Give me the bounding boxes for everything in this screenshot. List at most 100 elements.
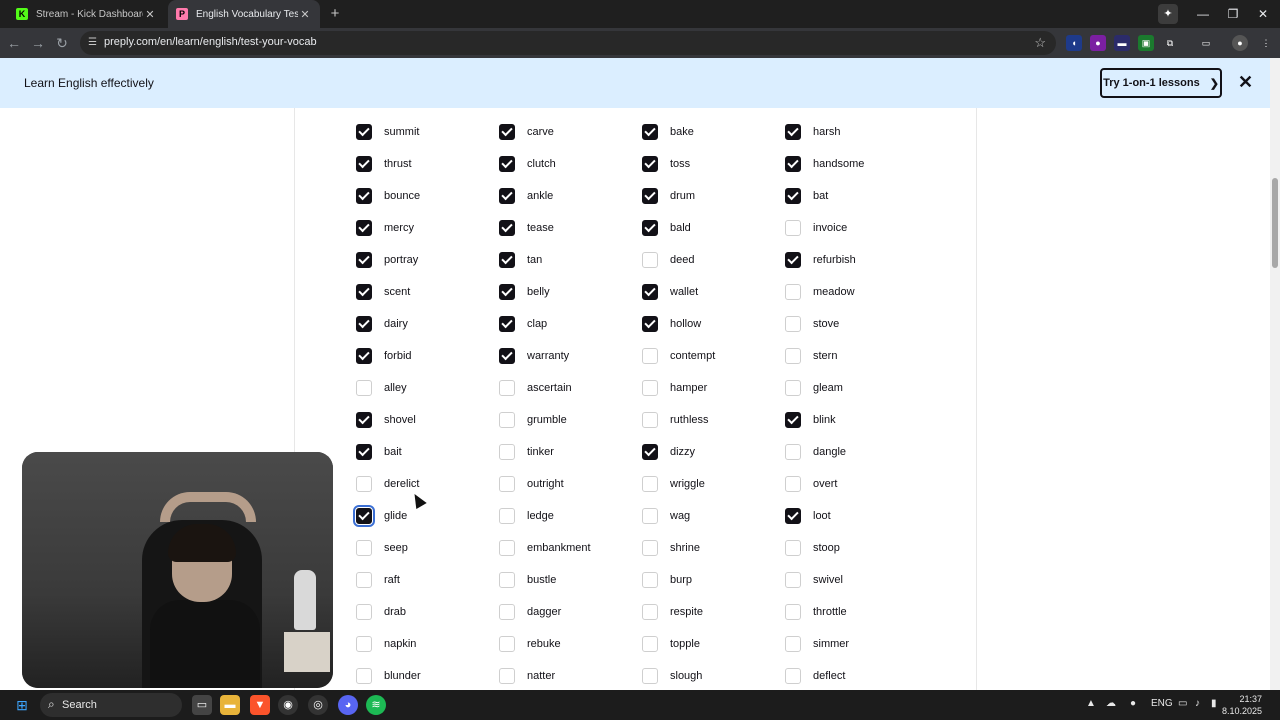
page-scrollbar[interactable] xyxy=(1270,58,1280,690)
checkbox-unchecked[interactable] xyxy=(642,476,658,492)
checkbox-checked[interactable] xyxy=(785,124,801,140)
checkbox-checked[interactable] xyxy=(356,252,372,268)
scrollbar-thumb[interactable] xyxy=(1272,178,1278,268)
word-option[interactable]: loot xyxy=(785,506,831,526)
word-label[interactable]: blunder xyxy=(384,670,421,682)
back-icon[interactable]: ← xyxy=(4,33,24,53)
address-url[interactable]: preply.com/en/learn/english/test-your-vo… xyxy=(104,36,317,48)
checkbox-checked[interactable] xyxy=(356,412,372,428)
word-label[interactable]: dagger xyxy=(527,606,561,618)
tab-kick-dashboard[interactable]: K Stream - Kick Dashboard ✕ xyxy=(8,0,165,28)
checkbox-checked[interactable] xyxy=(499,348,515,364)
checkbox-unchecked[interactable] xyxy=(499,508,515,524)
word-option[interactable]: ruthless xyxy=(642,410,709,430)
word-label[interactable]: drab xyxy=(384,606,406,618)
word-label[interactable]: bait xyxy=(384,446,402,458)
checkbox-unchecked[interactable] xyxy=(785,220,801,236)
word-option[interactable]: stern xyxy=(785,346,837,366)
checkbox-checked[interactable] xyxy=(356,316,372,332)
extension-icon[interactable]: ◖ xyxy=(1066,35,1082,51)
checkbox-checked[interactable] xyxy=(356,220,372,236)
checkbox-unchecked[interactable] xyxy=(642,604,658,620)
checkbox-checked[interactable] xyxy=(499,156,515,172)
word-option[interactable]: stoop xyxy=(785,538,840,558)
maximize-icon[interactable]: ❐ xyxy=(1218,4,1248,24)
checkbox-checked[interactable] xyxy=(356,188,372,204)
word-label[interactable]: tease xyxy=(527,222,554,234)
checkbox-checked[interactable] xyxy=(499,252,515,268)
word-label[interactable]: natter xyxy=(527,670,555,682)
word-label[interactable]: throttle xyxy=(813,606,847,618)
discord-icon[interactable]: ◕ xyxy=(338,695,358,715)
word-label[interactable]: portray xyxy=(384,254,418,266)
checkbox-checked[interactable] xyxy=(356,284,372,300)
word-label[interactable]: carve xyxy=(527,126,554,138)
word-option[interactable]: wriggle xyxy=(642,474,705,494)
checkbox-checked[interactable] xyxy=(642,444,658,460)
word-label[interactable]: clap xyxy=(527,318,547,330)
word-option[interactable]: thrust xyxy=(356,154,412,174)
word-label[interactable]: overt xyxy=(813,478,837,490)
word-option[interactable]: slough xyxy=(642,666,702,686)
word-option[interactable]: portray xyxy=(356,250,418,270)
word-option[interactable]: scent xyxy=(356,282,410,302)
word-label[interactable]: dangle xyxy=(813,446,846,458)
taskbar-clock[interactable]: 21:37 8.10.2025 xyxy=(1222,693,1262,717)
checkbox-unchecked[interactable] xyxy=(642,412,658,428)
checkbox-unchecked[interactable] xyxy=(785,572,801,588)
word-option[interactable]: bald xyxy=(642,218,691,238)
extension-icon[interactable]: ▬ xyxy=(1114,35,1130,51)
checkbox-unchecked[interactable] xyxy=(356,604,372,620)
checkbox-unchecked[interactable] xyxy=(785,668,801,684)
word-label[interactable]: embankment xyxy=(527,542,591,554)
bookmark-star-icon[interactable]: ☆ xyxy=(1034,35,1046,51)
word-label[interactable]: stern xyxy=(813,350,837,362)
word-label[interactable]: simmer xyxy=(813,638,849,650)
word-label[interactable]: rebuke xyxy=(527,638,561,650)
word-label[interactable]: hamper xyxy=(670,382,707,394)
checkbox-unchecked[interactable] xyxy=(785,604,801,620)
ai-sparkle-icon[interactable]: ✦ xyxy=(1158,4,1178,24)
word-option[interactable]: ledge xyxy=(499,506,554,526)
checkbox-checked[interactable] xyxy=(785,252,801,268)
word-option[interactable]: ankle xyxy=(499,186,553,206)
checkbox-unchecked[interactable] xyxy=(642,508,658,524)
checkbox-unchecked[interactable] xyxy=(499,476,515,492)
word-label[interactable]: mercy xyxy=(384,222,414,234)
checkbox-checked[interactable] xyxy=(356,156,372,172)
new-tab-icon[interactable]: + xyxy=(326,5,344,23)
word-option[interactable]: mercy xyxy=(356,218,414,238)
checkbox-checked[interactable] xyxy=(642,124,658,140)
extensions-puzzle-icon[interactable]: ⧉ xyxy=(1162,35,1178,51)
word-option[interactable]: topple xyxy=(642,634,700,654)
language-indicator[interactable]: ENG xyxy=(1151,698,1173,709)
volume-icon[interactable]: ♪ xyxy=(1195,698,1200,709)
network-icon[interactable]: ▭ xyxy=(1178,698,1187,709)
word-label[interactable]: thrust xyxy=(384,158,412,170)
word-option[interactable]: hamper xyxy=(642,378,707,398)
word-option[interactable]: shrine xyxy=(642,538,700,558)
word-option[interactable]: wag xyxy=(642,506,690,526)
word-option[interactable]: dangle xyxy=(785,442,846,462)
checkbox-unchecked[interactable] xyxy=(785,540,801,556)
word-option[interactable]: drab xyxy=(356,602,406,622)
word-option[interactable]: tinker xyxy=(499,442,554,462)
word-label[interactable]: clutch xyxy=(527,158,556,170)
word-label[interactable]: belly xyxy=(527,286,550,298)
word-option[interactable]: seep xyxy=(356,538,408,558)
word-option[interactable]: harsh xyxy=(785,122,841,142)
word-option[interactable]: grumble xyxy=(499,410,567,430)
word-option[interactable]: warranty xyxy=(499,346,569,366)
word-option[interactable]: bake xyxy=(642,122,694,142)
word-label[interactable]: deflect xyxy=(813,670,845,682)
word-label[interactable]: respite xyxy=(670,606,703,618)
word-option[interactable]: outright xyxy=(499,474,564,494)
word-option[interactable]: toss xyxy=(642,154,690,174)
checkbox-checked[interactable] xyxy=(785,156,801,172)
checkbox-checked[interactable] xyxy=(499,188,515,204)
word-label[interactable]: stove xyxy=(813,318,839,330)
checkbox-unchecked[interactable] xyxy=(499,668,515,684)
checkbox-checked[interactable] xyxy=(499,284,515,300)
word-option[interactable]: shovel xyxy=(356,410,416,430)
address-bar[interactable]: ☰ preply.com/en/learn/english/test-your-… xyxy=(80,31,1056,55)
